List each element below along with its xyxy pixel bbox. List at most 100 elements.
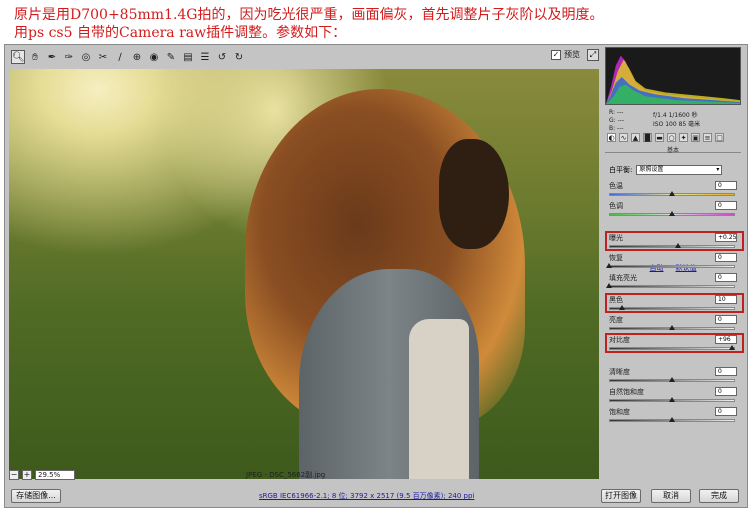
slider-thumb[interactable] [669, 397, 675, 402]
slider-thumb[interactable] [669, 325, 675, 330]
slider-thumb[interactable] [669, 417, 675, 422]
slider-row: 色调 0 [605, 201, 741, 223]
readout-b: B: --- [609, 125, 624, 132]
rotate-cw-icon[interactable]: ↻ [232, 50, 246, 64]
slider-value-input[interactable]: 0 [715, 273, 737, 282]
slider-row: 饱和度 0 [605, 407, 741, 429]
slider-label: 自然饱和度 [609, 388, 644, 396]
split-tone-tab-icon[interactable]: ▬ [655, 133, 664, 142]
slider-row: 对比度 +96 [605, 333, 744, 357]
open-image-button[interactable]: 打开图像 [601, 489, 641, 503]
preview-checkbox[interactable]: ✓ [551, 49, 561, 60]
panel-tabs: ◐ ∿ ▲ █ ▬ ○ ✦ ▣ ≡ □ [605, 133, 741, 143]
presets-tab-icon[interactable]: ≡ [703, 133, 712, 142]
subject-shirt [409, 319, 469, 479]
slider-label: 清晰度 [609, 368, 630, 376]
lens-tab-icon[interactable]: ○ [667, 133, 676, 142]
slider-value-input[interactable]: 0 [715, 315, 737, 324]
save-image-button[interactable]: 存储图像... [11, 489, 61, 503]
slider-row: 色温 0 [605, 181, 741, 203]
exif-line-2: ISO 100 85 毫米 [653, 121, 701, 128]
readout-r: R: --- [609, 109, 624, 116]
slider-row: 自然饱和度 0 [605, 387, 741, 409]
straighten-icon[interactable]: ∕ [113, 50, 127, 64]
slider-thumb[interactable] [606, 263, 612, 268]
subject-face [439, 139, 509, 249]
zoom-out-button[interactable]: − [9, 470, 19, 480]
preview-label: 预览 [564, 50, 580, 59]
adjustment-panel: R: --- G: --- B: --- f/1.4 1/1600 秒 ISO … [603, 47, 745, 483]
slider-value-input[interactable]: 0 [715, 181, 737, 190]
slider-row: 黑色 10 [605, 293, 744, 317]
slider-label: 恢复 [609, 254, 623, 262]
camera-calibration-tab-icon[interactable]: ▣ [691, 133, 700, 142]
slider-value-input[interactable]: 0 [715, 253, 737, 262]
cancel-button[interactable]: 取消 [651, 489, 691, 503]
gradient-icon[interactable]: ▤ [181, 50, 195, 64]
zoom-icon[interactable]: 🔍︎ [11, 50, 25, 64]
slider-thumb[interactable] [669, 191, 675, 196]
prefs-icon[interactable]: ☰ [198, 50, 212, 64]
slider-label: 亮度 [609, 316, 623, 324]
hand-icon[interactable]: ✋︎ [28, 50, 42, 64]
slider-value-input[interactable]: 0 [715, 201, 737, 210]
slider-value-input[interactable]: 0 [715, 407, 737, 416]
slider-thumb[interactable] [606, 283, 612, 288]
slider-row: 清晰度 0 [605, 367, 741, 389]
tone-curve-tab-icon[interactable]: ∿ [619, 133, 628, 142]
toolbar: 🔍︎ ✋︎ ✒ ✑ ◎ ✂ ∕ ⊕ ◉ ✎ ▤ ☰ ↺ ↻ [7, 47, 599, 67]
readout: R: --- G: --- B: --- f/1.4 1/1600 秒 ISO … [605, 109, 741, 133]
crop-icon[interactable]: ✂ [96, 50, 110, 64]
zoom-in-button[interactable]: + [22, 470, 32, 480]
white-balance-value: 原照设置 [639, 166, 664, 173]
exif-line-1: f/1.4 1/1600 秒 [653, 112, 698, 119]
red-eye-icon[interactable]: ◉ [147, 50, 161, 64]
hsl-tab-icon[interactable]: █ [643, 133, 652, 142]
target-icon[interactable]: ◎ [79, 50, 93, 64]
preview-toggle[interactable]: ✓ 预览 [551, 49, 580, 60]
histogram [605, 47, 741, 105]
slider-thumb[interactable] [669, 211, 675, 216]
readout-g: G: --- [609, 117, 625, 124]
slider-row: 曝光 +0.25 [605, 231, 744, 255]
slider-label: 色调 [609, 202, 623, 210]
snapshots-tab-icon[interactable]: □ [715, 133, 724, 142]
white-balance-row: 白平衡: 原照设置 ▾ [605, 164, 741, 176]
slider-label: 填充亮光 [609, 274, 637, 282]
eyedropper-icon[interactable]: ✒ [45, 50, 59, 64]
highlight-box [605, 333, 744, 353]
white-balance-label: 白平衡: [609, 166, 633, 174]
slider-track[interactable] [609, 265, 735, 268]
detail-tab-icon[interactable]: ▲ [631, 133, 640, 142]
highlight-box [605, 231, 744, 251]
zoom-select[interactable]: 29.5% [35, 470, 75, 480]
slider-value-input[interactable]: 0 [715, 387, 737, 396]
basic-tab-icon[interactable]: ◐ [607, 133, 616, 142]
spot-removal-icon[interactable]: ⊕ [130, 50, 144, 64]
brush-icon[interactable]: ✎ [164, 50, 178, 64]
filename-label: JPEG - DSC_5662副.jpg [246, 471, 326, 479]
highlight-box [605, 293, 744, 313]
caption-line-1: 原片是用D700+85mm1.4G拍的，因为吃光很严重，画面偏灰，首先调整片子灰… [14, 7, 604, 23]
fullscreen-button[interactable]: ⤢ [587, 49, 599, 61]
panel-header: 基本 [605, 145, 741, 154]
slider-label: 色温 [609, 182, 623, 190]
camera-raw-window: 🔍︎ ✋︎ ✒ ✑ ◎ ✂ ∕ ⊕ ◉ ✎ ▤ ☰ ↺ ↻ ✓ 预览 ⤢ − +… [4, 44, 748, 508]
slider-row: 填充亮光 0 [605, 273, 741, 295]
photo-preview[interactable] [9, 69, 599, 479]
rotate-ccw-icon[interactable]: ↺ [215, 50, 229, 64]
color-sampler-icon[interactable]: ✑ [62, 50, 76, 64]
white-balance-select[interactable]: 原照设置 ▾ [636, 165, 723, 175]
status-bar: − + 29.5% JPEG - DSC_5662副.jpg [9, 469, 599, 481]
slider-label: 饱和度 [609, 408, 630, 416]
slider-value-input[interactable]: 0 [715, 367, 737, 376]
effects-tab-icon[interactable]: ✦ [679, 133, 688, 142]
slider-track[interactable] [609, 285, 735, 288]
workflow-options-link[interactable]: sRGB IEC61966-2.1; 8 位; 3792 x 2517 (9.5… [259, 491, 474, 501]
caption-line-2: 用ps cs5 自带的Camera raw插件调整。参数如下： [14, 25, 347, 41]
bottom-bar: 存储图像... sRGB IEC61966-2.1; 8 位; 3792 x 2… [5, 485, 747, 507]
slider-row: 恢复 0 [605, 253, 741, 275]
chevron-down-icon: ▾ [716, 166, 720, 173]
done-button[interactable]: 完成 [699, 489, 739, 503]
slider-thumb[interactable] [669, 377, 675, 382]
